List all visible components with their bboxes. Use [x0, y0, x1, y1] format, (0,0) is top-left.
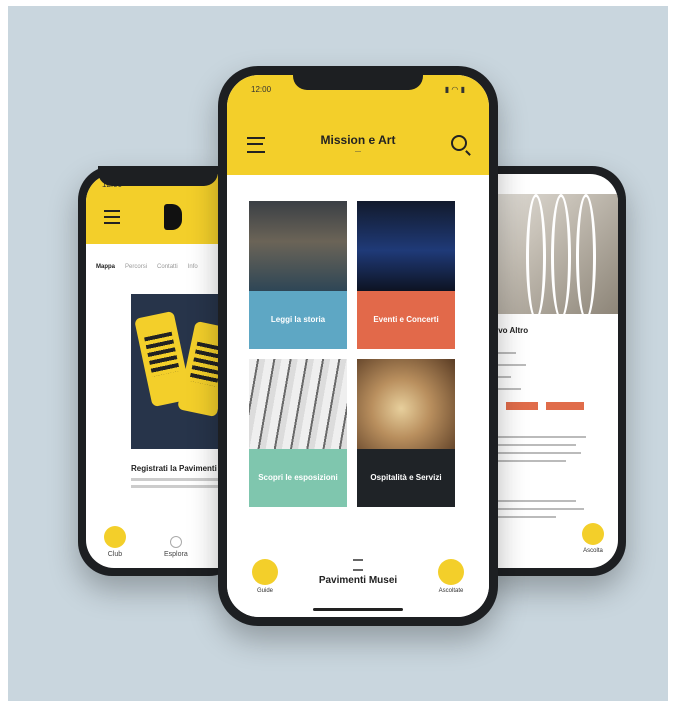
- left-tab[interactable]: Contatti: [157, 264, 178, 276]
- logo-icon: [164, 204, 182, 230]
- arch-shape: [551, 194, 571, 320]
- tile-image: [249, 201, 347, 291]
- center-header: 12:00 ▮ ◠ ▮ Mission e Art —: [227, 75, 489, 175]
- tile-label: Eventi e Concerti: [357, 291, 455, 349]
- club-icon: [104, 526, 126, 548]
- tag-badge[interactable]: [546, 402, 584, 410]
- tile-events[interactable]: Eventi e Concerti: [357, 201, 455, 349]
- home-indicator[interactable]: [313, 608, 403, 611]
- left-tab[interactable]: Mappa: [96, 264, 115, 276]
- nav-audio-button[interactable]: Ascoltate: [431, 559, 471, 594]
- listen-button[interactable]: Ascolta: [582, 523, 604, 554]
- tile-image: [357, 359, 455, 449]
- arch-shape: [526, 194, 546, 320]
- tile-exhibitions[interactable]: Scopri le esposizioni: [249, 359, 347, 507]
- center-status-icons: ▮ ◠ ▮: [444, 85, 465, 94]
- text-line: [131, 485, 226, 488]
- mockup-background: 12:00 Mappa Percorsi Contatti Info Regis…: [8, 6, 668, 701]
- audio-icon: [438, 559, 464, 585]
- arch-shape: [576, 194, 596, 320]
- nav-audio-label: Ascoltate: [438, 588, 464, 594]
- center-phone-notch: [293, 66, 423, 90]
- page-title: Mission e Art: [320, 133, 396, 147]
- tile-image: [249, 359, 347, 449]
- center-phone-screen: 12:00 ▮ ◠ ▮ Mission e Art — Leggi la sto…: [227, 75, 489, 617]
- listen-button-label: Ascolta: [583, 548, 603, 554]
- left-phone-notch: [98, 166, 218, 186]
- explore-icon: [169, 536, 182, 548]
- category-grid: Leggi la storia Eventi e Concerti Scopri…: [249, 201, 455, 507]
- tile-image: [357, 201, 455, 291]
- center-phone: 12:00 ▮ ◠ ▮ Mission e Art — Leggi la sto…: [218, 66, 498, 626]
- tile-label: Leggi la storia: [249, 291, 347, 349]
- left-tab[interactable]: Info: [188, 264, 198, 276]
- center-status-time: 12:00: [251, 85, 272, 94]
- tag-badge[interactable]: [506, 402, 538, 410]
- nav-guide-label: Guide: [256, 588, 273, 594]
- left-nav-club-label: Club: [107, 551, 123, 558]
- tile-label: Ospitalità e Servizi: [357, 449, 455, 507]
- tile-history[interactable]: Leggi la storia: [249, 201, 347, 349]
- search-icon[interactable]: [451, 135, 467, 151]
- menu-icon[interactable]: [104, 210, 120, 224]
- tile-label: Scopri le esposizioni: [249, 449, 347, 507]
- left-nav-club[interactable]: Club: [104, 526, 126, 558]
- left-nav-explore-label: Esplora: [164, 551, 188, 558]
- tile-services[interactable]: Ospitalità e Servizi: [357, 359, 455, 507]
- swipe-up-icon[interactable]: [353, 559, 363, 571]
- left-tab[interactable]: Percorsi: [125, 264, 147, 276]
- audio-icon: [582, 523, 604, 545]
- bottom-nav: Guide Pavimenti Musei Ascoltate: [227, 545, 489, 617]
- page-subtitle: —: [355, 149, 361, 155]
- left-nav-explore[interactable]: Esplora: [164, 536, 188, 558]
